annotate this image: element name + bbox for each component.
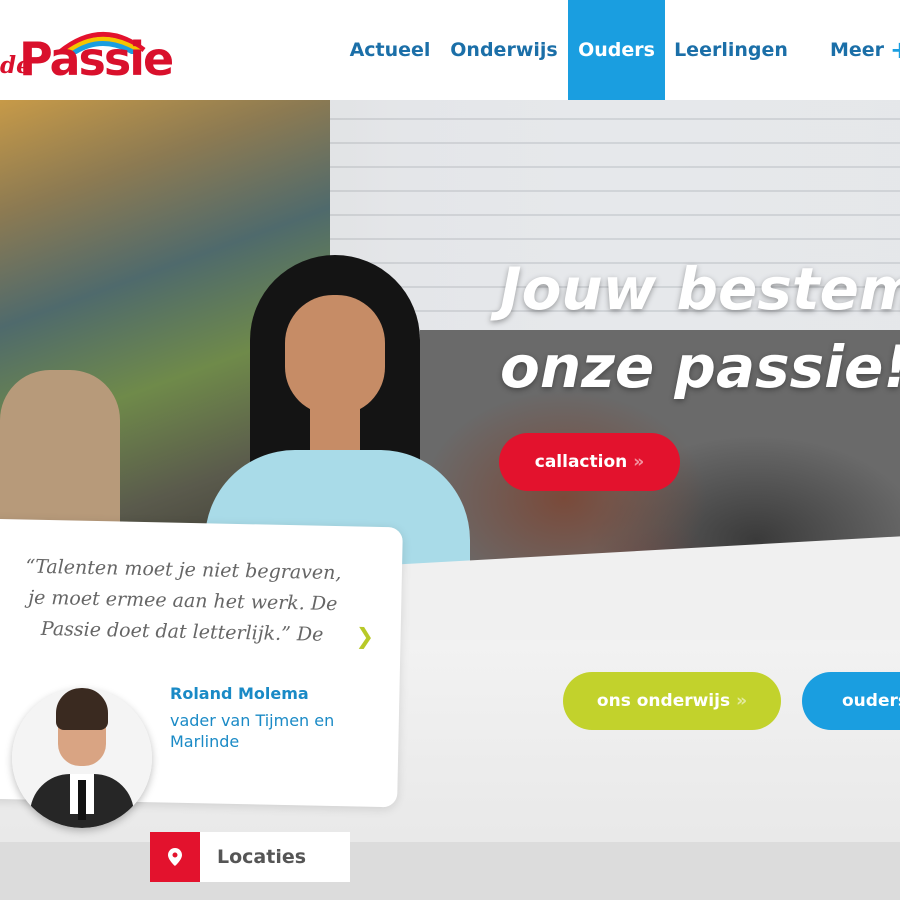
testimonial-quote: “Talenten moet je niet begraven, je moet… <box>25 555 342 646</box>
map-pin-icon[interactable] <box>150 832 200 882</box>
locaties-link[interactable]: Locaties <box>200 832 350 882</box>
map-pin-glyph <box>168 848 182 866</box>
double-chevron-icon: » <box>736 691 748 711</box>
hero-headline-line1: Jouw bestem <box>500 255 900 323</box>
page: de Passie Actueel Onderwijs Ouders Leerl… <box>0 0 900 900</box>
callaction-button[interactable]: callaction » <box>499 433 680 491</box>
nav-meer-label: Meer <box>830 39 885 61</box>
testimonial-role: vader van Tijmen en Marlinde <box>170 711 335 751</box>
callaction-label: callaction <box>534 452 628 472</box>
ons-onderwijs-label: ons onderwijs <box>596 691 731 711</box>
hero-headline: Jouw bestem onze passie! <box>500 250 900 406</box>
nav-item-onderwijs[interactable]: Onderwijs <box>448 0 560 100</box>
logo[interactable]: de Passie <box>0 14 185 86</box>
avatar <box>12 688 152 828</box>
nav-item-ouders[interactable]: Ouders <box>568 0 665 100</box>
testimonial-name: Roland Molema <box>170 684 309 703</box>
ouders-label: ouders <box>842 691 900 711</box>
ons-onderwijs-button[interactable]: ons onderwijs » <box>563 672 781 730</box>
chevron-right-icon[interactable]: ❯ <box>355 624 374 649</box>
footer-band <box>0 842 900 900</box>
ouders-button[interactable]: ouders <box>802 672 900 730</box>
logo-name: Passie <box>19 32 174 86</box>
plus-icon: + <box>890 36 900 64</box>
nav-item-meer[interactable]: Meer + <box>822 0 900 100</box>
nav-item-actueel[interactable]: Actueel <box>345 0 435 100</box>
nav-item-leerlingen[interactable]: Leerlingen <box>672 0 790 100</box>
site-header: de Passie Actueel Onderwijs Ouders Leerl… <box>0 0 900 100</box>
hero-headline-line2: onze passie! <box>500 333 900 401</box>
double-chevron-icon: » <box>633 452 645 472</box>
